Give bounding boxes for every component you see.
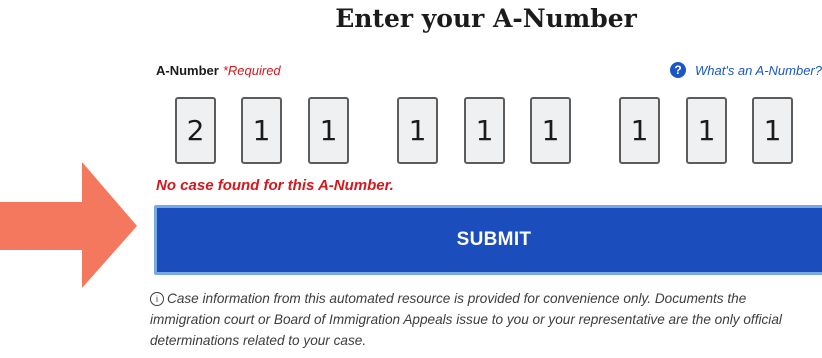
a-number-label: A-Number (156, 63, 219, 78)
digit-input-5[interactable]: 1 (464, 97, 505, 164)
whats-an-a-number-link[interactable]: ? What's an A-Number? (670, 62, 822, 78)
info-circle-icon: i (150, 292, 164, 306)
disclaimer-body: Case information from this automated res… (150, 291, 782, 348)
digit-input-8[interactable]: 1 (686, 97, 727, 164)
digit-input-4[interactable]: 1 (397, 97, 438, 164)
digit-input-1[interactable]: 2 (175, 97, 216, 164)
error-message: No case found for this A-Number. (156, 177, 394, 194)
a-number-label-row: A-Number *Required ? What's an A-Number? (156, 62, 822, 82)
digit-input-9[interactable]: 1 (752, 97, 793, 164)
disclaimer-text: i Case information from this automated re… (150, 288, 815, 351)
help-link-text: What's an A-Number? (695, 62, 822, 78)
digit-input-7[interactable]: 1 (619, 97, 660, 164)
page-title: Enter your A-Number (335, 4, 637, 33)
question-circle-icon: ? (670, 62, 686, 78)
digit-input-6[interactable]: 1 (530, 97, 571, 164)
required-indicator: *Required (222, 63, 281, 78)
submit-button[interactable]: SUBMIT (154, 205, 822, 275)
digit-input-3[interactable]: 1 (308, 97, 349, 164)
pointer-arrow-icon (0, 162, 137, 288)
digit-input-2[interactable]: 1 (241, 97, 282, 164)
